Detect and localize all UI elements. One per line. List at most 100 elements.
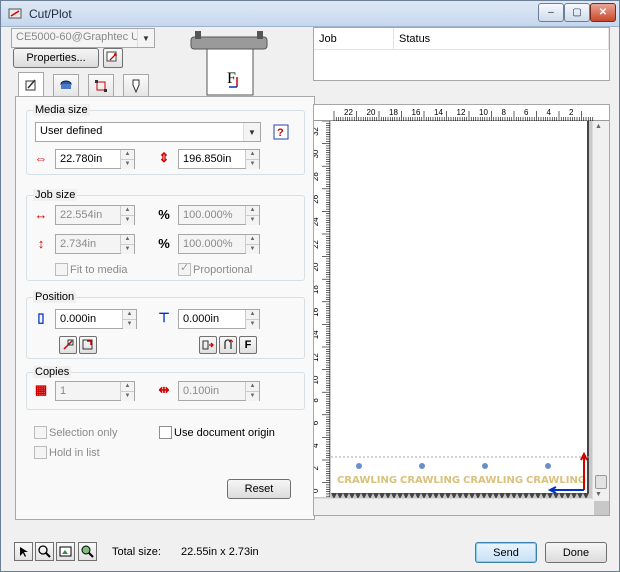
left-ruler-label: 30 [314,149,320,158]
spin-arrows[interactable]: ▲ ▼ [245,382,259,401]
copies-spacing-value: 0.100in [183,385,220,397]
preview-horizontal-scrollbar[interactable] [314,498,594,515]
plotter-thumbnail: F [190,31,268,96]
blade-tool-icon [132,79,140,93]
rotate-button[interactable] [219,336,237,354]
tab-media[interactable] [53,74,79,96]
hold-in-list-checkbox[interactable] [34,446,47,459]
properties-button[interactable]: Properties... [13,48,99,68]
rotate-icon [224,339,234,349]
selection-only-label: Selection only [49,427,118,439]
left-ruler: 32302826242220181614121086420 [314,120,330,497]
job-height-percent-field[interactable]: 100.000% ▲ ▼ [178,234,260,254]
top-ruler-ticks: 22 20 18 16 14 12 10 8 6 4 2 [333,108,594,121]
position-center-button[interactable] [79,336,97,354]
copies-spacing-field[interactable]: 0.100in ▲ ▼ [178,381,260,401]
scroll-up-icon[interactable]: ▲ [595,123,602,130]
design-preview: CRAWLING CRAWLING CRAWLING CRAWLING [331,451,589,494]
fit-page-button[interactable] [56,542,75,561]
media-size-help-button[interactable]: ? [271,122,291,142]
proportional-checkbox[interactable] [178,261,191,276]
maximize-button[interactable]: ▢ [564,3,590,22]
left-ruler-ticks: 32302826242220181614121086420 [314,120,330,497]
use-document-origin-checkbox[interactable] [159,426,172,439]
app-icon [8,8,22,19]
fit-to-media-label: Fit to media [70,264,128,276]
select-tool-button[interactable] [14,542,33,561]
design-copy-text: CRAWLING [400,475,460,486]
hold-in-list-label: Hold in list [49,447,100,459]
spin-arrows[interactable]: ▲ ▼ [245,150,259,169]
total-size-value: 22.55in x 2.73in [181,546,259,558]
left-ruler-label: 22 [314,239,320,248]
flip-button[interactable]: F [239,336,257,354]
position-x-field[interactable]: 0.000in ▲ ▼ [55,309,137,329]
job-width-percent-icon: % [158,206,170,222]
question-page-icon: ? [273,124,289,140]
job-column-header[interactable]: Job [314,28,394,50]
spin-arrows[interactable]: ▲ ▼ [120,206,134,225]
position-origin-button[interactable] [59,336,77,354]
media-height-icon: ⇕ [158,150,170,165]
job-height-field[interactable]: 2.734in ▲ ▼ [55,234,135,254]
mirror-icon [202,340,214,350]
scroll-down-icon[interactable]: ▼ [595,491,602,498]
left-ruler-label: 24 [314,217,320,226]
cut-preview[interactable]: 22 20 18 16 14 12 10 8 6 4 2 32 30 28 26 24 22 20 18 16 14 1… [313,104,610,516]
left-ruler-label: 4 [314,443,320,448]
send-button[interactable]: Send [475,542,537,563]
left-ruler-label: 12 [314,352,320,361]
window-title: Cut/Plot [29,7,72,21]
device-select[interactable]: CE5000-60@Graphtec USB ▼ [11,28,155,48]
tab-general[interactable] [18,72,44,97]
use-document-origin-label: Use document origin [174,427,275,439]
position-y-field[interactable]: 0.000in ▲ ▼ [178,309,260,329]
title-bar[interactable]: Cut/Plot – ▢ ✕ [1,1,619,27]
fit-to-media-checkbox[interactable] [55,263,68,276]
job-width-field[interactable]: 22.554in ▲ ▼ [55,205,135,225]
left-ruler-label: 32 [314,126,320,135]
chevron-down-icon: ▼ [243,123,260,141]
tab-layout[interactable] [88,74,114,96]
left-ruler-label: 8 [314,398,320,403]
preview-vertical-scrollbar[interactable]: ▲ ▼ [592,121,609,501]
position-x-value: 0.000in [60,313,97,325]
mirror-button[interactable] [199,336,217,354]
top-ruler-label: 12 [457,108,466,117]
design-copy-text: CRAWLING [463,475,523,486]
done-button[interactable]: Done [545,542,607,563]
copies-grid-icon: ▦ [34,382,48,397]
status-column-header[interactable]: Status [394,28,609,50]
close-button[interactable]: ✕ [590,3,616,22]
minimize-button[interactable]: – [538,3,564,22]
top-ruler-label: 20 [367,108,376,117]
copies-count-field[interactable]: 1 ▲ ▼ [55,381,135,401]
spin-arrows[interactable]: ▲ ▼ [245,206,259,225]
left-ruler-label: 16 [314,307,320,316]
spin-arrows[interactable]: ▲ ▼ [120,382,134,401]
job-width-percent-field[interactable]: 100.000% ▲ ▼ [178,205,260,225]
zoom-fit-button[interactable] [78,542,97,561]
selection-only-checkbox[interactable] [34,426,47,439]
media-size-select[interactable]: User defined ▼ [35,122,261,142]
spin-arrows[interactable]: ▲ ▼ [245,310,259,329]
job-height-icon: ↕ [37,235,45,251]
top-ruler-label: 6 [524,108,529,117]
media-area[interactable]: CRAWLING CRAWLING CRAWLING CRAWLING [331,121,589,494]
spin-arrows[interactable]: ▲ ▼ [120,150,134,169]
tab-tool[interactable] [123,74,149,96]
layout-frame-icon [95,79,107,92]
device-settings-button[interactable] [103,48,123,68]
media-height-field[interactable]: 196.850in ▲ ▼ [178,149,260,169]
top-ruler-label: 8 [502,108,507,117]
spin-arrows[interactable]: ▲ ▼ [122,310,136,329]
position-y-icon: ⊤ [158,310,170,325]
job-list[interactable]: Job Status [313,27,610,81]
scroll-thumb[interactable] [595,475,607,489]
spin-arrows[interactable]: ▲ ▼ [120,235,134,254]
media-width-field[interactable]: 22.780in ▲ ▼ [55,149,135,169]
left-ruler-label: 28 [314,172,320,181]
zoom-tool-button[interactable] [35,542,54,561]
reset-button[interactable]: Reset [227,479,291,499]
spin-arrows[interactable]: ▲ ▼ [245,235,259,254]
